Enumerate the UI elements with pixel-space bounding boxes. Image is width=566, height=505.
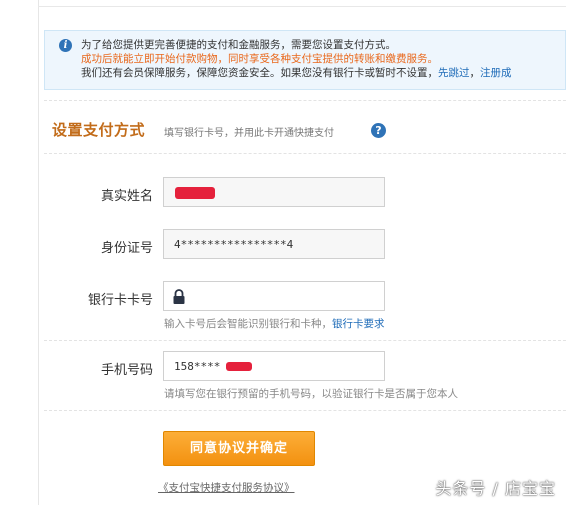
name-field[interactable] bbox=[163, 177, 385, 207]
section-title: 设置支付方式 bbox=[52, 121, 146, 139]
card-label: 银行卡卡号 bbox=[87, 293, 153, 308]
agreement-link[interactable]: 《支付宝快捷支付服务协议》 bbox=[158, 480, 295, 495]
notice-line-2: 成功后就能立即开始付款购物，同时享受各种支付宝提供的转账和缴费服务。 bbox=[81, 53, 438, 65]
agree-and-confirm-button[interactable]: 同意协议并确定 bbox=[163, 431, 315, 466]
card-number-field[interactable] bbox=[163, 281, 385, 311]
register-link[interactable]: 注册成 bbox=[480, 67, 512, 79]
notice-line-3: 我们还有会员保障服务，保障您资金安全。如果您没有银行卡或暂时不设置，先跳过，注册… bbox=[81, 66, 512, 80]
id-number-field[interactable]: 4****************4 bbox=[163, 229, 385, 259]
notice-line-1: 为了给您提供更完善便捷的支付和金融服务，需要您设置支付方式。 bbox=[81, 39, 396, 51]
card-hint: 输入卡号后会智能识别银行和卡种，银行卡要求 bbox=[164, 316, 385, 331]
section-subtitle: 填写银行卡号，并用此卡开通快捷支付 bbox=[164, 128, 334, 139]
id-number-value: 4****************4 bbox=[174, 238, 294, 251]
name-label: 真实姓名 bbox=[100, 189, 153, 204]
watermark: 头条号 / 店宝宝 bbox=[435, 479, 556, 498]
divider bbox=[44, 410, 566, 411]
divider bbox=[44, 340, 566, 341]
info-icon: i bbox=[59, 39, 72, 52]
phone-field[interactable]: 158**** bbox=[163, 351, 385, 381]
help-icon[interactable]: ? bbox=[371, 123, 386, 138]
divider bbox=[44, 100, 566, 101]
name-redaction bbox=[175, 187, 215, 199]
phone-label: 手机号码 bbox=[100, 363, 153, 378]
phone-hint: 请填写您在银行预留的手机号码，以验证银行卡是否属于您本人 bbox=[164, 388, 458, 400]
skip-link[interactable]: 先跳过 bbox=[438, 67, 470, 79]
card-requirements-link[interactable]: 银行卡要求 bbox=[332, 318, 385, 330]
top-divider bbox=[38, 6, 566, 7]
notice-separator: ， bbox=[469, 67, 481, 79]
notice-line-3-text: 我们还有会员保障服务，保障您资金安全。如果您没有银行卡或暂时不设置， bbox=[81, 67, 438, 79]
phone-value: 158**** bbox=[174, 360, 221, 373]
lock-icon bbox=[173, 289, 185, 304]
phone-redaction bbox=[226, 362, 252, 371]
id-label: 身份证号 bbox=[100, 241, 153, 256]
info-notice: i 为了给您提供更完善便捷的支付和金融服务，需要您设置支付方式。 成功后就能立即… bbox=[44, 30, 566, 90]
card-hint-text: 输入卡号后会智能识别银行和卡种， bbox=[164, 318, 332, 330]
divider bbox=[44, 153, 566, 154]
